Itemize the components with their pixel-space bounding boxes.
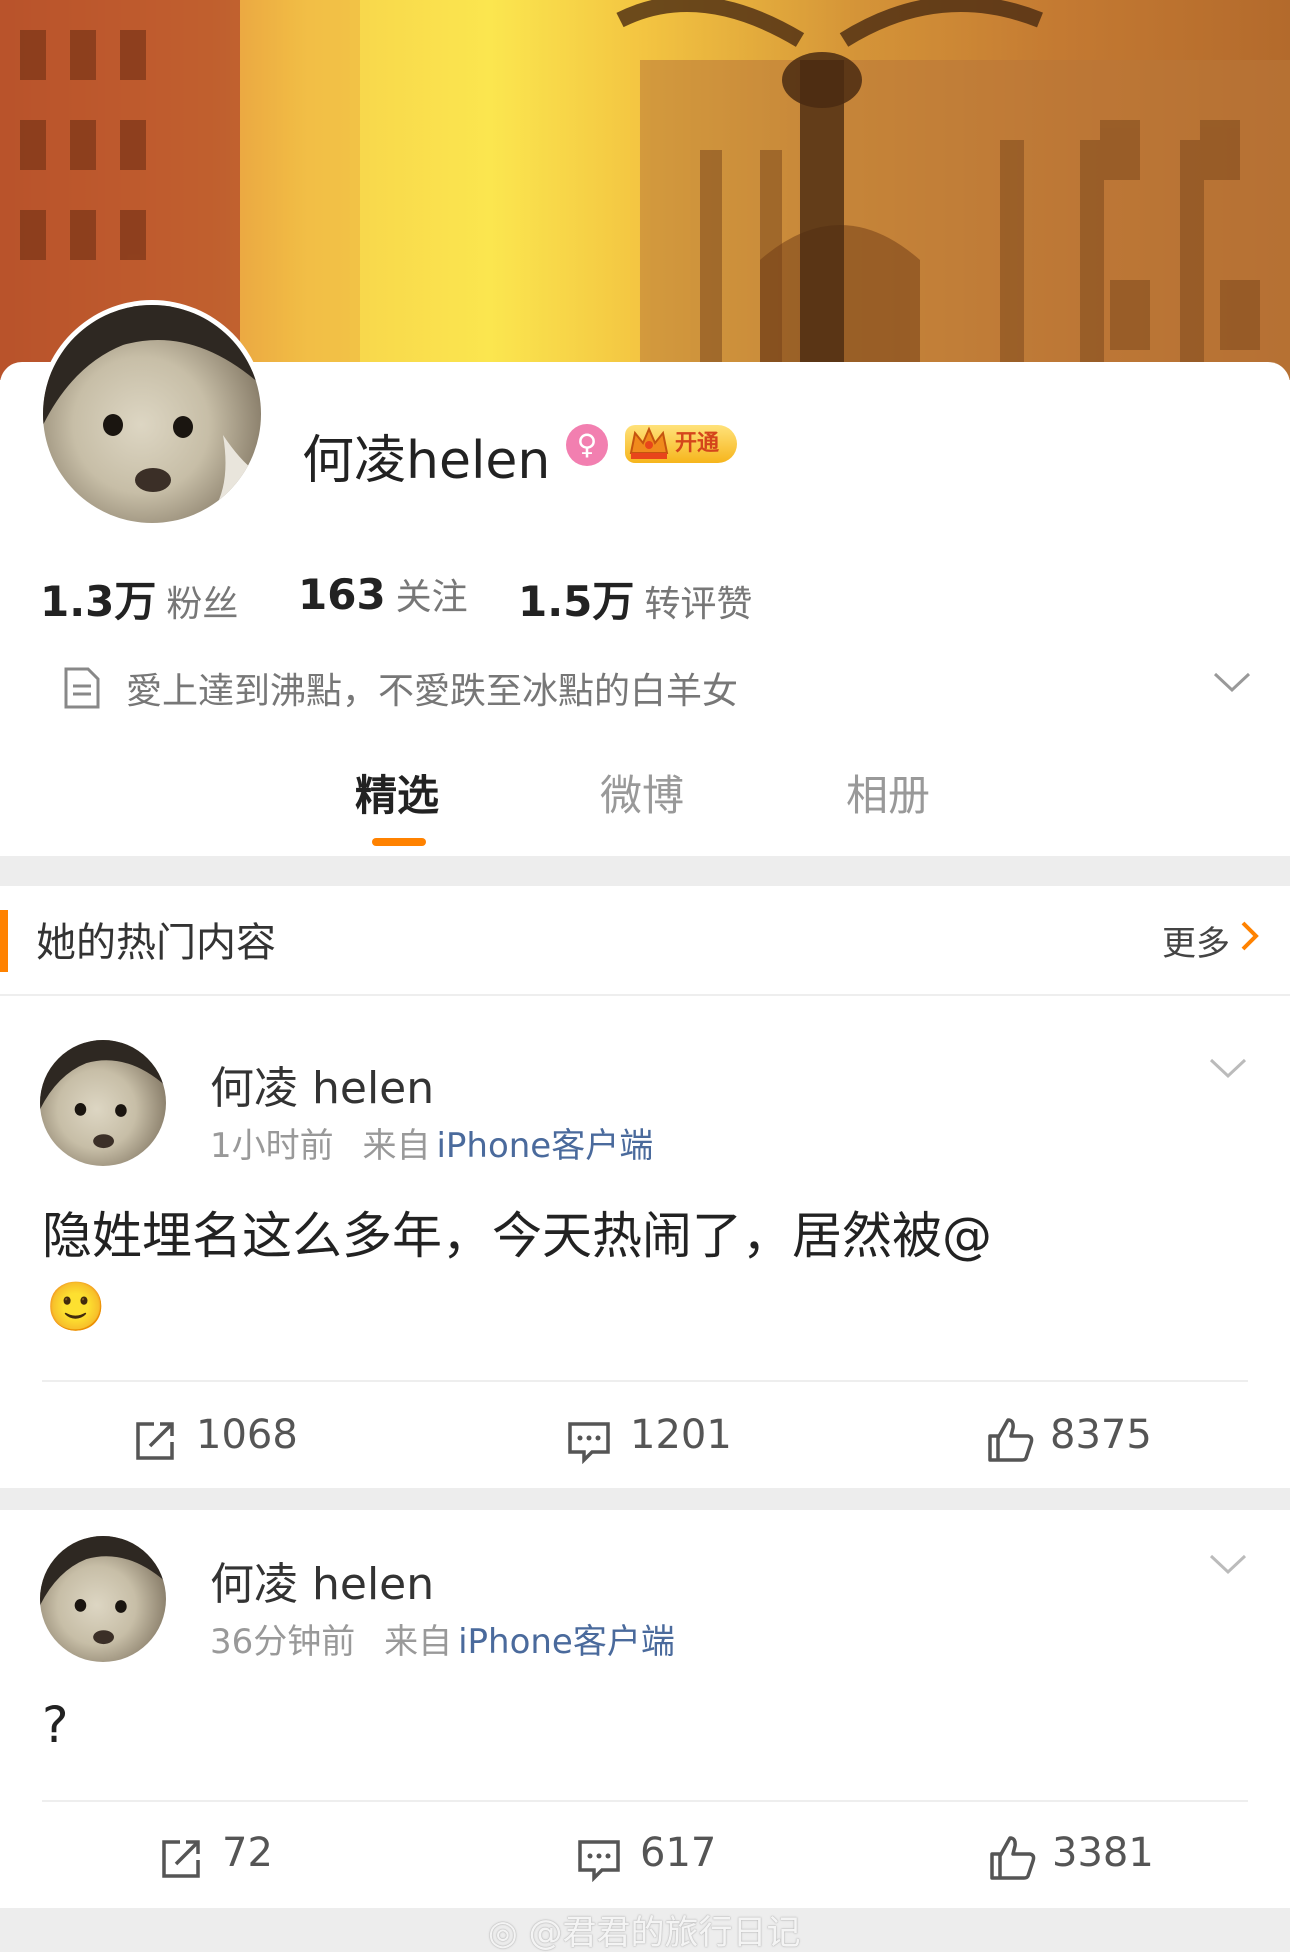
post-divider <box>42 1800 1248 1802</box>
stat-interactions[interactable]: 1.5万 转评赞 <box>518 568 752 629</box>
chevron-down-icon[interactable] <box>1212 670 1252 694</box>
female-gender-icon: ♀ <box>566 424 608 466</box>
chevron-down-icon[interactable] <box>1208 1552 1248 1576</box>
comment-count: 1201 <box>630 1412 732 1458</box>
hot-content-header: 她的热门内容 更多 <box>0 886 1290 996</box>
chevron-right-icon[interactable] <box>1240 920 1260 952</box>
repost-icon <box>136 1422 174 1460</box>
repost-count: 1068 <box>196 1412 298 1458</box>
profile-username: 何凌helen <box>302 431 551 491</box>
avatar-photo <box>40 1536 166 1645</box>
more-link[interactable]: 更多 <box>1162 916 1230 965</box>
active-tab-indicator <box>372 838 426 846</box>
comment-icon <box>568 1422 610 1464</box>
watermark-text: @君君的旅行日记 <box>528 1913 801 1953</box>
post-separator <box>0 1488 1290 1510</box>
thumbs-up-icon <box>988 1418 1034 1462</box>
stat-fans-label: 粉丝 <box>166 584 239 625</box>
weibo-logo-icon: ◎ <box>488 1913 518 1953</box>
post-meta: 36分钟前 来自 iPhone客户端 <box>210 1614 675 1663</box>
profile-bio[interactable]: 愛上達到沸點，不愛跌至冰點的白羊女 <box>62 660 1252 712</box>
document-icon <box>64 667 100 709</box>
post-source[interactable]: iPhone客户端 <box>436 1126 653 1166</box>
post-meta: 1小时前 来自 iPhone客户端 <box>210 1118 653 1167</box>
vip-open-badge[interactable]: 开通 <box>625 425 737 463</box>
smile-emoji: 🙂 <box>46 1279 106 1335</box>
post-time: 36分钟前 <box>210 1622 356 1662</box>
stat-fans-number: 1.3万 <box>40 577 157 626</box>
profile-tabs: 精选 微博 相册 <box>0 762 1290 852</box>
stat-following[interactable]: 163 关注 <box>298 568 468 620</box>
crown-icon <box>629 426 669 459</box>
avatar-photo <box>40 1040 166 1149</box>
bio-text: 愛上達到沸點，不愛跌至冰點的白羊女 <box>126 671 739 712</box>
post-text: ? <box>42 1696 69 1754</box>
stat-fans[interactable]: 1.3万 粉丝 <box>40 568 238 629</box>
like-count: 3381 <box>1052 1830 1154 1876</box>
post-divider <box>42 1380 1248 1382</box>
post-from-label: 来自 <box>362 1126 431 1166</box>
chevron-down-icon[interactable] <box>1208 1056 1248 1080</box>
like-count: 8375 <box>1050 1412 1152 1458</box>
tab-featured[interactable]: 精选 <box>355 762 439 823</box>
post-author-name[interactable]: 何凌 helen <box>210 1548 434 1612</box>
comment-count: 617 <box>640 1830 717 1876</box>
repost-count: 72 <box>222 1830 273 1876</box>
repost-icon <box>162 1840 200 1878</box>
stat-interactions-number: 1.5万 <box>518 577 635 626</box>
comment-icon <box>578 1840 620 1882</box>
section-divider <box>0 856 1290 886</box>
section-accent-bar <box>0 910 8 972</box>
post-from-label: 来自 <box>384 1622 453 1662</box>
post-avatar[interactable] <box>40 1536 166 1662</box>
post-time: 1小时前 <box>210 1126 334 1166</box>
vip-open-label: 开通 <box>675 431 720 456</box>
stat-interactions-label: 转评赞 <box>644 584 753 625</box>
hot-content-title: 她的热门内容 <box>36 920 276 966</box>
stat-following-number: 163 <box>298 570 386 619</box>
post-author-name[interactable]: 何凌 helen <box>210 1052 434 1116</box>
profile-avatar[interactable] <box>38 300 266 528</box>
thumbs-up-icon <box>990 1836 1036 1880</box>
post-avatar[interactable] <box>40 1040 166 1166</box>
watermark: ◎ @君君的旅行日记 <box>488 1905 800 1954</box>
tab-weibo[interactable]: 微博 <box>600 762 684 823</box>
avatar-photo <box>43 305 261 523</box>
stat-following-label: 关注 <box>395 577 468 618</box>
post-card[interactable]: 何凌 helen 36分钟前 来自 iPhone客户端 ? 72 617 3381 <box>0 1510 1290 1908</box>
tab-album[interactable]: 相册 <box>846 762 930 823</box>
post-text: 隐姓埋名这么多年，今天热闹了，居然被@ <box>42 1207 992 1265</box>
post-source[interactable]: iPhone客户端 <box>458 1622 675 1662</box>
post-card[interactable]: 何凌 helen 1小时前 来自 iPhone客户端 隐姓埋名这么多年，今天热闹了… <box>0 996 1290 1488</box>
